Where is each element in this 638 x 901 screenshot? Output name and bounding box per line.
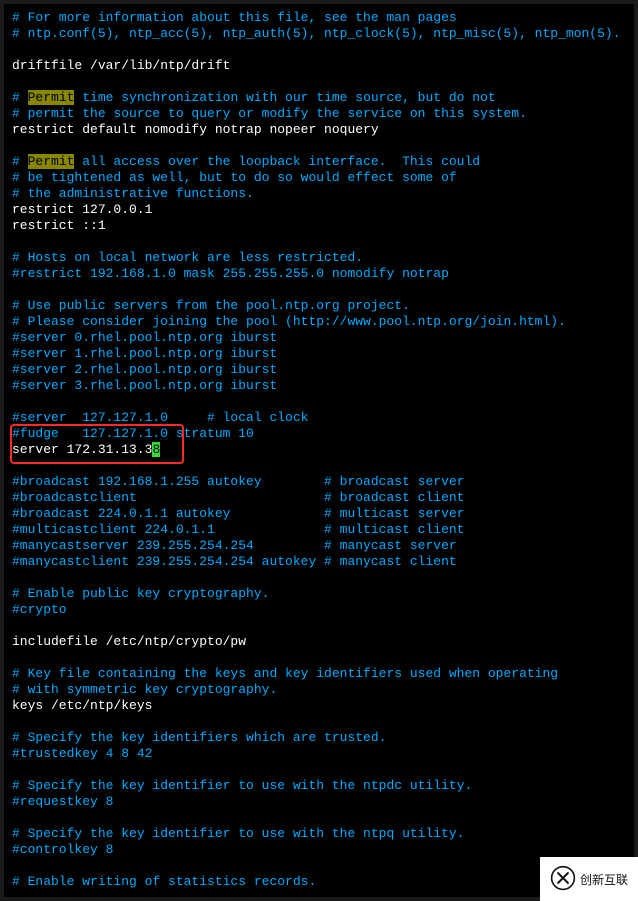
terminal-line: # Please consider joining the pool (http… bbox=[12, 314, 630, 330]
terminal-line: #manycastclient 239.255.254.254 autokey … bbox=[12, 554, 630, 570]
terminal-line: # Enable public key cryptography. bbox=[12, 586, 630, 602]
terminal-line: # Hosts on local network are less restri… bbox=[12, 250, 630, 266]
terminal-line bbox=[12, 42, 630, 58]
cx-logo-icon bbox=[550, 865, 576, 894]
terminal-line: #server 0.rhel.pool.ntp.org iburst bbox=[12, 330, 630, 346]
watermark-text: 创新互联 bbox=[580, 871, 628, 888]
terminal-line: # For more information about this file, … bbox=[12, 10, 630, 26]
terminal-line: # Use public servers from the pool.ntp.o… bbox=[12, 298, 630, 314]
terminal-line bbox=[12, 394, 630, 410]
terminal-line bbox=[12, 714, 630, 730]
terminal-line: #crypto bbox=[12, 602, 630, 618]
terminal-line: # permit the source to query or modify t… bbox=[12, 106, 630, 122]
terminal-line: restrict ::1 bbox=[12, 218, 630, 234]
terminal-line: includefile /etc/ntp/crypto/pw bbox=[12, 634, 630, 650]
cursor: 8 bbox=[152, 442, 160, 457]
terminal-line: restrict 127.0.0.1 bbox=[12, 202, 630, 218]
terminal-line: # Permit all access over the loopback in… bbox=[12, 154, 630, 170]
terminal-line: #broadcastclient # broadcast client bbox=[12, 490, 630, 506]
terminal-line: #broadcast 192.168.1.255 autokey # broad… bbox=[12, 474, 630, 490]
terminal-line: #fudge 127.127.1.0 stratum 10 bbox=[12, 426, 630, 442]
terminal-line: #server 127.127.1.0 # local clock bbox=[12, 410, 630, 426]
terminal-line bbox=[12, 138, 630, 154]
terminal-line: #controlkey 8 bbox=[12, 842, 630, 858]
terminal-line: #requestkey 8 bbox=[12, 794, 630, 810]
terminal-line: #broadcast 224.0.1.1 autokey # multicast… bbox=[12, 506, 630, 522]
terminal-line: # Specify the key identifiers which are … bbox=[12, 730, 630, 746]
terminal-line: # Key file containing the keys and key i… bbox=[12, 666, 630, 682]
terminal-line: driftfile /var/lib/ntp/drift bbox=[12, 58, 630, 74]
terminal-line: # ntp.conf(5), ntp_acc(5), ntp_auth(5), … bbox=[12, 26, 630, 42]
watermark: 创新互联 bbox=[540, 857, 638, 901]
terminal-line: #server 1.rhel.pool.ntp.org iburst bbox=[12, 346, 630, 362]
terminal-line bbox=[12, 570, 630, 586]
terminal-line: # Specify the key identifier to use with… bbox=[12, 826, 630, 842]
terminal-line bbox=[12, 762, 630, 778]
terminal-line: #trustedkey 4 8 42 bbox=[12, 746, 630, 762]
terminal-line bbox=[12, 234, 630, 250]
terminal-line: restrict default nomodify notrap nopeer … bbox=[12, 122, 630, 138]
terminal-output[interactable]: # For more information about this file, … bbox=[4, 4, 634, 897]
terminal-line bbox=[12, 282, 630, 298]
terminal-line: # with symmetric key cryptography. bbox=[12, 682, 630, 698]
terminal-line: # the administrative functions. bbox=[12, 186, 630, 202]
terminal-line: server 172.31.13.38 bbox=[12, 442, 630, 458]
terminal-line: # Specify the key identifier to use with… bbox=[12, 778, 630, 794]
terminal-line bbox=[12, 650, 630, 666]
terminal-line bbox=[12, 74, 630, 90]
terminal-line bbox=[12, 858, 630, 874]
terminal-line: #server 2.rhel.pool.ntp.org iburst bbox=[12, 362, 630, 378]
terminal-line: #server 3.rhel.pool.ntp.org iburst bbox=[12, 378, 630, 394]
terminal-line: # be tightened as well, but to do so wou… bbox=[12, 170, 630, 186]
terminal-line: #manycastserver 239.255.254.254 # manyca… bbox=[12, 538, 630, 554]
terminal-line bbox=[12, 458, 630, 474]
search-match: Permit bbox=[28, 154, 75, 169]
terminal-line: #restrict 192.168.1.0 mask 255.255.255.0… bbox=[12, 266, 630, 282]
terminal-line bbox=[12, 810, 630, 826]
search-match: Permit bbox=[28, 90, 75, 105]
terminal-line: #multicastclient 224.0.1.1 # multicast c… bbox=[12, 522, 630, 538]
terminal-line: # Enable writing of statistics records. bbox=[12, 874, 630, 890]
terminal-line: # Permit time synchronization with our t… bbox=[12, 90, 630, 106]
terminal-line: keys /etc/ntp/keys bbox=[12, 698, 630, 714]
terminal-line bbox=[12, 618, 630, 634]
